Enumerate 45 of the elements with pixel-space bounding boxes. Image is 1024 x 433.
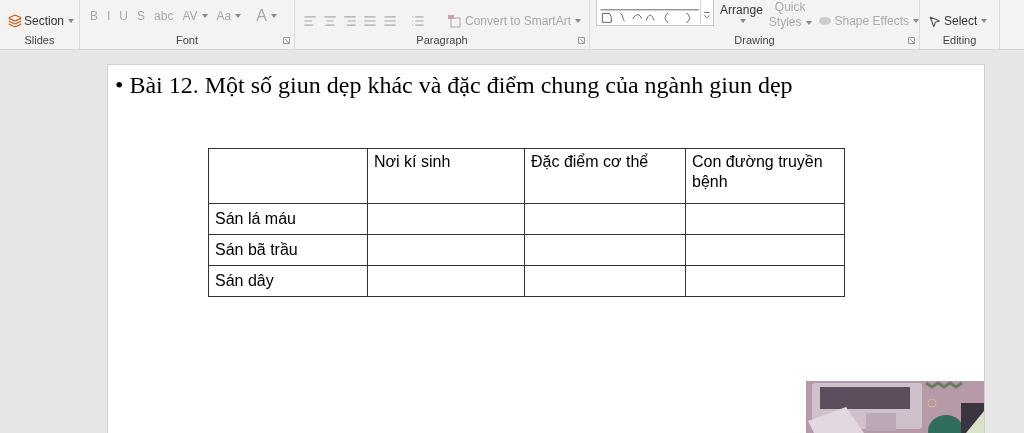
font-format-button[interactable]: U bbox=[119, 7, 129, 25]
group-label: Editing bbox=[942, 35, 977, 46]
caret-icon bbox=[575, 19, 582, 23]
align-right-icon[interactable] bbox=[343, 14, 357, 28]
arrange-button[interactable]: Arrange bbox=[720, 1, 763, 23]
column-header: Con đường truyền bệnh bbox=[692, 153, 823, 190]
caret-icon bbox=[740, 19, 747, 23]
caret-icon bbox=[805, 20, 812, 25]
font-format-button[interactable]: Aa bbox=[216, 7, 242, 25]
pointer-icon bbox=[928, 14, 941, 28]
table-cell: Sán bã trầu bbox=[215, 241, 298, 258]
dialog-launcher-icon[interactable] bbox=[908, 37, 915, 44]
slide-title: Bài 12. Một số giun dẹp khác và đặc điểm chung của ngành giun dẹp bbox=[129, 71, 793, 100]
quick-styles-button[interactable]: Quick Styles bbox=[768, 0, 812, 30]
smartart-icon bbox=[447, 14, 461, 28]
group-label: Drawing bbox=[734, 35, 775, 46]
group-label: Font bbox=[176, 35, 198, 46]
dialog-launcher-icon[interactable] bbox=[283, 37, 290, 44]
distributed-icon[interactable] bbox=[383, 14, 397, 28]
font-format-button[interactable]: I bbox=[107, 7, 111, 25]
dialog-launcher-icon[interactable] bbox=[578, 37, 585, 44]
column-header: Đặc điểm cơ thể bbox=[531, 153, 649, 170]
table-cell: Sán lá máu bbox=[215, 210, 296, 227]
column-header: Nơi kí sinh bbox=[374, 153, 451, 170]
font-format-button[interactable]: AV bbox=[182, 7, 208, 25]
convert-to-smartart-button[interactable]: Convert to SmartArt bbox=[447, 12, 582, 30]
select-button[interactable]: Select bbox=[928, 12, 999, 30]
font-format-button[interactable]: A bbox=[256, 4, 277, 28]
align-left-icon[interactable] bbox=[303, 14, 317, 28]
caret-icon bbox=[913, 19, 919, 23]
font-format-button[interactable]: abc bbox=[154, 7, 174, 25]
font-format-button[interactable]: B bbox=[90, 7, 98, 25]
bullet: • bbox=[115, 71, 124, 100]
group-label: Paragraph bbox=[416, 35, 468, 46]
table-cell: Sán dây bbox=[215, 272, 274, 289]
font-format-button[interactable]: S bbox=[137, 7, 146, 25]
group-label: Slides bbox=[24, 35, 55, 46]
shape-effects-button[interactable]: Shape Effects bbox=[817, 12, 919, 30]
caret-icon bbox=[68, 19, 75, 23]
section-button[interactable]: Section bbox=[8, 12, 79, 30]
shapes-gallery-drawing[interactable] bbox=[596, 0, 715, 26]
align-center-icon[interactable] bbox=[323, 14, 337, 28]
caret-icon bbox=[981, 19, 988, 23]
justify-icon[interactable] bbox=[363, 14, 377, 28]
shape-effects-icon bbox=[817, 16, 832, 26]
